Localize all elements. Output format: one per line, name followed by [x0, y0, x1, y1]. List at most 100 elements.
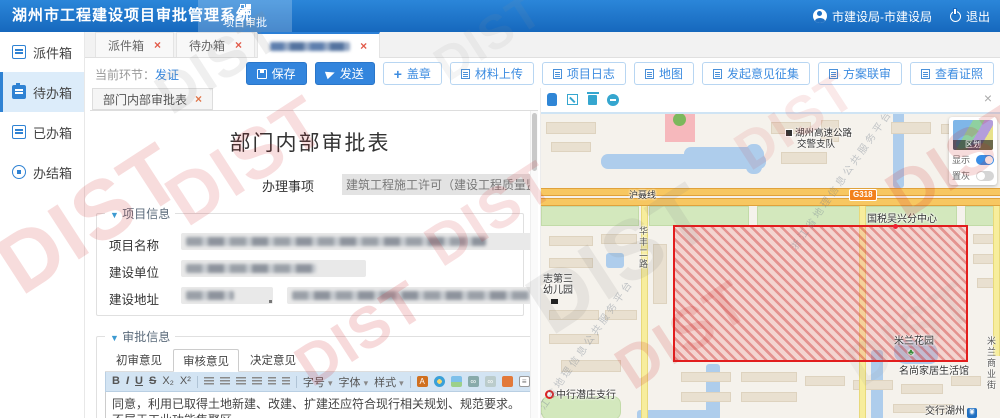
- material-upload-button[interactable]: 材料上传: [450, 62, 534, 85]
- style-dropdown[interactable]: 样式 ▾: [374, 374, 404, 390]
- address-area-input[interactable]: [181, 287, 273, 304]
- divider: [410, 376, 411, 388]
- close-icon[interactable]: ×: [360, 39, 367, 53]
- district-layer-thumbnail[interactable]: 区划: [953, 120, 993, 150]
- close-icon[interactable]: ×: [235, 38, 242, 52]
- minus-circle-icon[interactable]: [607, 94, 619, 106]
- stamp-button[interactable]: + 盖章: [383, 62, 442, 85]
- map-building: [891, 122, 931, 134]
- unlink-icon[interactable]: ∞: [485, 376, 496, 387]
- road-g318: [541, 198, 1000, 206]
- poi-police: 湖州高速公路 交警支队: [785, 128, 852, 150]
- joint-review-button[interactable]: 方案联审: [818, 62, 902, 85]
- save-button[interactable]: 保存: [246, 62, 307, 85]
- tab-decision-opinion[interactable]: 决定意见: [241, 349, 305, 371]
- source-code-icon[interactable]: ≡: [519, 376, 530, 387]
- matter-value-field[interactable]: 建筑工程施工许可（建设工程质量监督手续办: [342, 174, 530, 195]
- g318-badge: G318: [849, 189, 877, 201]
- outdent-icon[interactable]: [268, 377, 276, 386]
- show-toggle[interactable]: [976, 155, 994, 165]
- map-building: [741, 372, 797, 382]
- anchor-flag-icon[interactable]: [502, 376, 513, 387]
- gray-toggle[interactable]: [976, 171, 994, 181]
- text-color-icon[interactable]: A: [417, 376, 428, 387]
- show-toggle-label: 显示: [952, 153, 970, 166]
- collapse-arrow-icon[interactable]: ▼: [110, 333, 119, 343]
- font-size-dropdown[interactable]: 字号 ▾: [303, 374, 333, 390]
- collapse-arrow-icon[interactable]: ▼: [110, 210, 119, 220]
- map-building: [549, 236, 593, 246]
- tab-review-opinion[interactable]: 审核意见: [173, 349, 239, 372]
- map-building-pink: [665, 114, 695, 142]
- align-justify-icon[interactable]: [252, 377, 262, 386]
- view-certificate-button[interactable]: 查看证照: [910, 62, 994, 85]
- strikethrough-button[interactable]: S: [149, 376, 156, 387]
- font-family-dropdown[interactable]: 字体 ▾: [339, 374, 369, 390]
- clipboard-icon: [553, 69, 562, 79]
- close-icon[interactable]: ×: [195, 92, 202, 106]
- indent-icon[interactable]: [282, 377, 290, 386]
- link-icon[interactable]: ∞: [468, 376, 479, 387]
- sidebar-item-done-box[interactable]: 已办箱: [0, 112, 84, 152]
- map-building: [546, 122, 596, 134]
- tab-todo-box[interactable]: 待办箱 ×: [176, 32, 255, 57]
- plus-icon: +: [394, 67, 402, 81]
- main-content: 当前环节：发证 保存 发送 + 盖章 材料上传 项目日志: [85, 58, 1000, 418]
- inner-tab-approval-form[interactable]: 部门内部审批表 ×: [92, 88, 213, 110]
- map-close-icon[interactable]: ×: [984, 90, 992, 106]
- sidebar-item-todo-box[interactable]: 待办箱: [0, 72, 84, 112]
- user-menu[interactable]: 市建设局-市建设局: [813, 8, 932, 25]
- map-canvas[interactable]: 沪聂线 G318 湖州高速公路 交警支队 国税吴兴分中心 华丰二路 志第三幼儿园…: [541, 112, 1000, 418]
- opinion-editor[interactable]: 同意，利用已取得土地新建、改建、扩建还应符合现行相关规划、规范要求。不属于工业功…: [105, 392, 530, 418]
- map-water: [684, 147, 764, 169]
- grid-icon: [240, 4, 251, 15]
- trash-icon[interactable]: [588, 95, 597, 105]
- superscript-button[interactable]: X²: [180, 376, 191, 387]
- divider: [296, 376, 297, 388]
- sidebar-item-closed-box[interactable]: 办结箱: [0, 152, 84, 192]
- gray-toggle-label: 置灰: [952, 169, 970, 182]
- map-green: [541, 206, 639, 226]
- underline-button[interactable]: U: [135, 376, 143, 387]
- expand-icon[interactable]: [567, 94, 578, 105]
- tab-dispatch-box[interactable]: 派件箱 ×: [95, 32, 174, 57]
- image-icon[interactable]: [451, 376, 462, 387]
- scrollbar-thumb[interactable]: [532, 113, 537, 171]
- close-icon[interactable]: ×: [154, 38, 161, 52]
- background-color-icon[interactable]: [434, 376, 445, 387]
- build-unit-input[interactable]: [181, 260, 366, 277]
- field-build-address: 建设地址: [105, 287, 515, 305]
- tab-initial-opinion[interactable]: 初审意见: [107, 349, 171, 371]
- floppy-save-icon: [257, 69, 267, 79]
- align-center-icon[interactable]: [220, 377, 230, 386]
- project-name-input[interactable]: [181, 233, 530, 250]
- project-log-button[interactable]: 项目日志: [542, 62, 626, 85]
- poi-tax-center: 国税吴兴分中心: [867, 210, 937, 225]
- bold-button[interactable]: B: [112, 376, 120, 387]
- subscript-button[interactable]: X₂: [162, 376, 174, 387]
- opinion-collect-button[interactable]: 发起意见征集: [702, 62, 810, 85]
- logout-button[interactable]: 退出: [950, 8, 990, 25]
- italic-button[interactable]: I: [126, 376, 129, 387]
- map-building: [681, 392, 731, 402]
- map-water: [606, 253, 624, 268]
- form-title: 部门内部审批表: [90, 127, 530, 157]
- map-panel: ×: [540, 88, 1000, 418]
- redacted-value: [186, 291, 234, 300]
- nav-tab-project-approval[interactable]: 项目审批: [198, 0, 292, 32]
- align-right-icon[interactable]: [236, 377, 246, 386]
- redacted-value: [186, 237, 486, 246]
- address-detail-input[interactable]: [287, 287, 530, 304]
- redacted-value: [186, 264, 316, 273]
- tab-project-active[interactable]: ×: [257, 32, 380, 58]
- map-green: [649, 206, 749, 226]
- map-button[interactable]: 地图: [634, 62, 694, 85]
- hand-pan-icon[interactable]: [547, 93, 557, 106]
- align-left-icon[interactable]: [204, 377, 214, 386]
- layer-overlay-card: 区划 显示 置灰: [949, 117, 997, 185]
- sidebar-item-dispatch-box[interactable]: 派件箱: [0, 32, 84, 72]
- form-scrollbar[interactable]: [530, 111, 538, 418]
- map-building: [741, 392, 797, 402]
- send-button[interactable]: 发送: [315, 62, 375, 85]
- poi-icon: [785, 129, 793, 137]
